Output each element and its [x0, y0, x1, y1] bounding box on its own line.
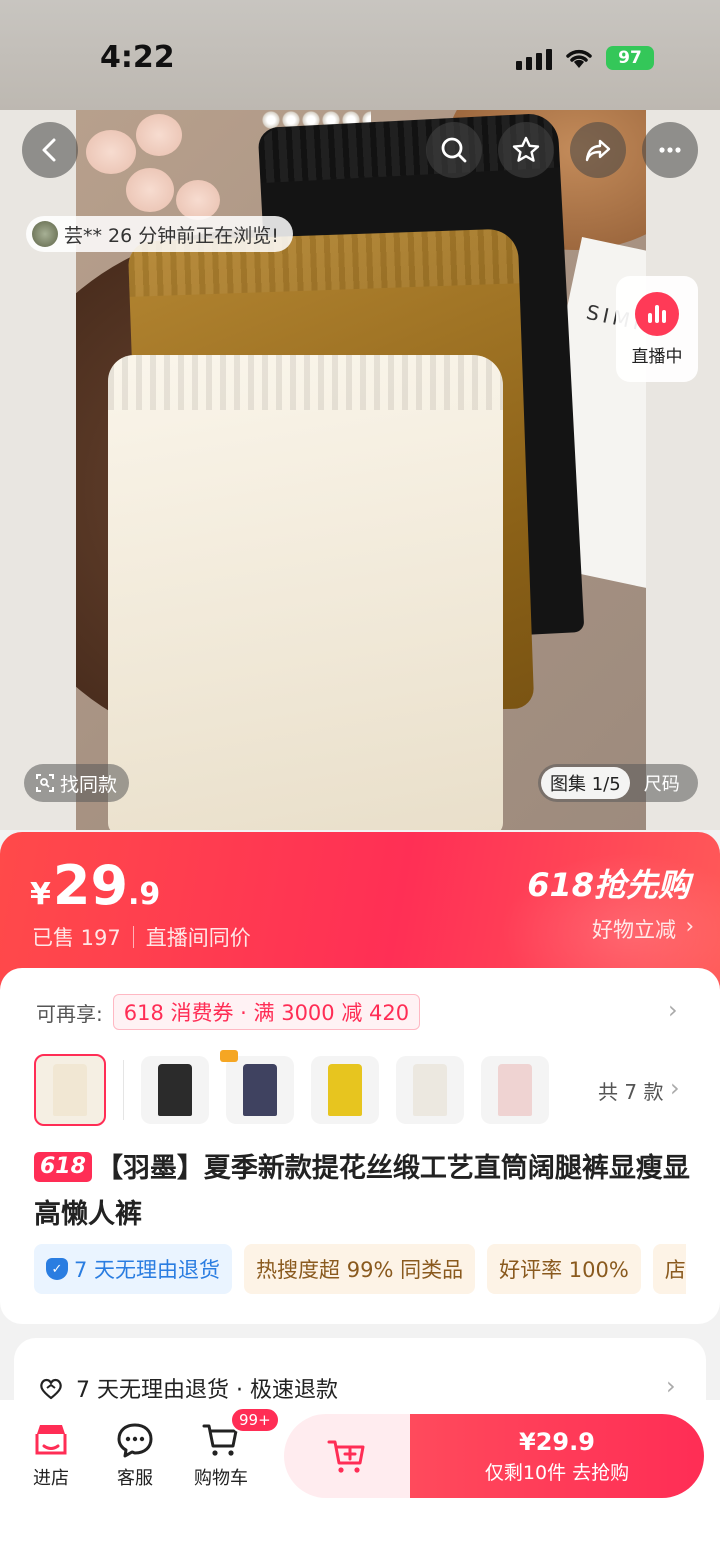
more-dots-icon	[659, 147, 681, 153]
chevron-right-icon: ›	[685, 914, 694, 938]
search-icon	[441, 137, 467, 163]
product-info-card: 可再享: 618 消费券 · 满 3000 减 420 › 共 7 款 › 61…	[0, 968, 720, 1324]
search-button[interactable]	[426, 122, 482, 178]
viewer-notice-text: 芸** 26 分钟前正在浏览!	[64, 224, 279, 247]
product-title: 618 【羽墨】夏季新款提花丝缎工艺直筒阔腿裤显瘦显高懒人裤	[34, 1146, 694, 1238]
chevron-left-icon	[42, 138, 56, 162]
coupon-row[interactable]: 可再享: 618 消费券 · 满 3000 减 420	[36, 994, 421, 1030]
chevron-right-icon: ›	[668, 996, 678, 1024]
service-label: 客服	[117, 1468, 153, 1489]
live-stream-button[interactable]: 直播中	[616, 276, 698, 382]
sales-info: 已售 197 直播间同价	[32, 922, 251, 952]
star-icon	[512, 136, 540, 162]
price-decimal: .9	[128, 877, 161, 912]
chevron-right-icon: ›	[670, 1074, 680, 1102]
swatch-ivory[interactable]	[396, 1056, 464, 1124]
status-bar: 4:22 97	[0, 0, 720, 110]
recent-viewer-notice: 芸** 26 分钟前正在浏览!	[26, 216, 293, 252]
total-styles-link[interactable]: 共 7 款	[598, 1076, 663, 1105]
price-integer: 29	[52, 854, 129, 917]
battery-indicator: 97	[606, 46, 654, 70]
live-label: 直播中	[631, 346, 683, 367]
tag-return-policy[interactable]: ✓ 7 天无理由退货	[34, 1244, 233, 1294]
store-icon	[35, 1425, 67, 1455]
chat-bubble-icon	[117, 1423, 153, 1458]
customer-service-button[interactable]: 客服	[100, 1420, 170, 1490]
gallery-switcher: 图集 1/5 尺码	[538, 764, 698, 802]
price-currency: ¥	[30, 877, 51, 912]
product-detail-screen: 4:22 97 SIMPLE T	[0, 0, 720, 1565]
purchase-cta: ¥29.9 仅剩10件 去抢购	[284, 1414, 704, 1498]
tag-hot-search[interactable]: 热搜度超 99% 同类品	[244, 1244, 476, 1294]
buy-now-button[interactable]: ¥29.9 仅剩10件 去抢购	[410, 1414, 704, 1498]
coupon-tag: 618 消费券 · 满 3000 减 420	[112, 994, 421, 1030]
cart-plus-icon	[327, 1440, 365, 1473]
cart-label: 购物车	[194, 1468, 248, 1489]
sold-count: 已售 197	[32, 926, 121, 950]
live-same-price: 直播间同价	[145, 926, 251, 950]
swatch-black[interactable]	[141, 1056, 209, 1124]
promo-discount-link[interactable]: 好物立减	[592, 914, 676, 944]
cart-count-badge: 99+	[230, 1407, 280, 1433]
tag-label: 好评率 100%	[499, 1258, 629, 1282]
promo-title: 618抢先购	[527, 866, 690, 904]
favorite-button[interactable]	[498, 122, 554, 178]
buy-price: ¥29.9	[519, 1427, 595, 1456]
gallery-counter-tab[interactable]: 图集 1/5	[541, 767, 630, 799]
wifi-icon	[566, 49, 592, 68]
swatch-cream[interactable]	[34, 1054, 106, 1126]
tag-label: 热搜度超 99% 同类品	[256, 1258, 464, 1282]
price: ¥ 29 .9	[30, 854, 160, 917]
product-tags: ✓ 7 天无理由退货 热搜度超 99% 同类品 好评率 100% 店	[34, 1244, 686, 1294]
swatch-navy[interactable]	[220, 1050, 294, 1124]
find-similar-label: 找同款	[60, 773, 118, 796]
heart-link-icon	[40, 1378, 62, 1400]
add-to-cart-button[interactable]	[284, 1414, 410, 1498]
share-icon	[585, 139, 611, 162]
more-button[interactable]	[642, 122, 698, 178]
swatch-pink[interactable]	[481, 1056, 549, 1124]
bottom-action-bar: 进店 客服 购物车 99+ ¥29.9 仅剩10件 去抢购	[0, 1400, 720, 1565]
size-tab[interactable]: 尺码	[644, 770, 680, 796]
chevron-right-icon: ›	[666, 1372, 676, 1400]
swatch-yellow[interactable]	[311, 1056, 379, 1124]
signal-icon	[516, 48, 552, 70]
title-618-badge: 618	[34, 1152, 92, 1182]
tag-rating[interactable]: 好评率 100%	[487, 1244, 641, 1294]
store-button[interactable]: 进店	[16, 1420, 86, 1490]
product-title-text: 【羽墨】夏季新款提花丝缎工艺直筒阔腿裤显瘦显高懒人裤	[34, 1153, 690, 1230]
tag-label: 7 天无理由退货	[74, 1258, 221, 1282]
back-button[interactable]	[22, 122, 78, 178]
tag-store[interactable]: 店	[652, 1244, 686, 1294]
tag-label: 店	[664, 1258, 686, 1282]
coupon-label: 可再享:	[36, 1001, 103, 1026]
buy-subtext: 仅剩10件 去抢购	[484, 1461, 630, 1484]
store-label: 进店	[33, 1468, 69, 1489]
viewer-avatar	[32, 221, 58, 247]
share-button[interactable]	[570, 122, 626, 178]
status-time: 4:22	[100, 40, 175, 75]
shield-check-icon: ✓	[46, 1258, 68, 1280]
live-bars-icon	[635, 291, 679, 336]
scan-icon	[36, 774, 54, 792]
find-similar-button[interactable]: 找同款	[24, 764, 130, 802]
style-swatches	[34, 1050, 566, 1126]
